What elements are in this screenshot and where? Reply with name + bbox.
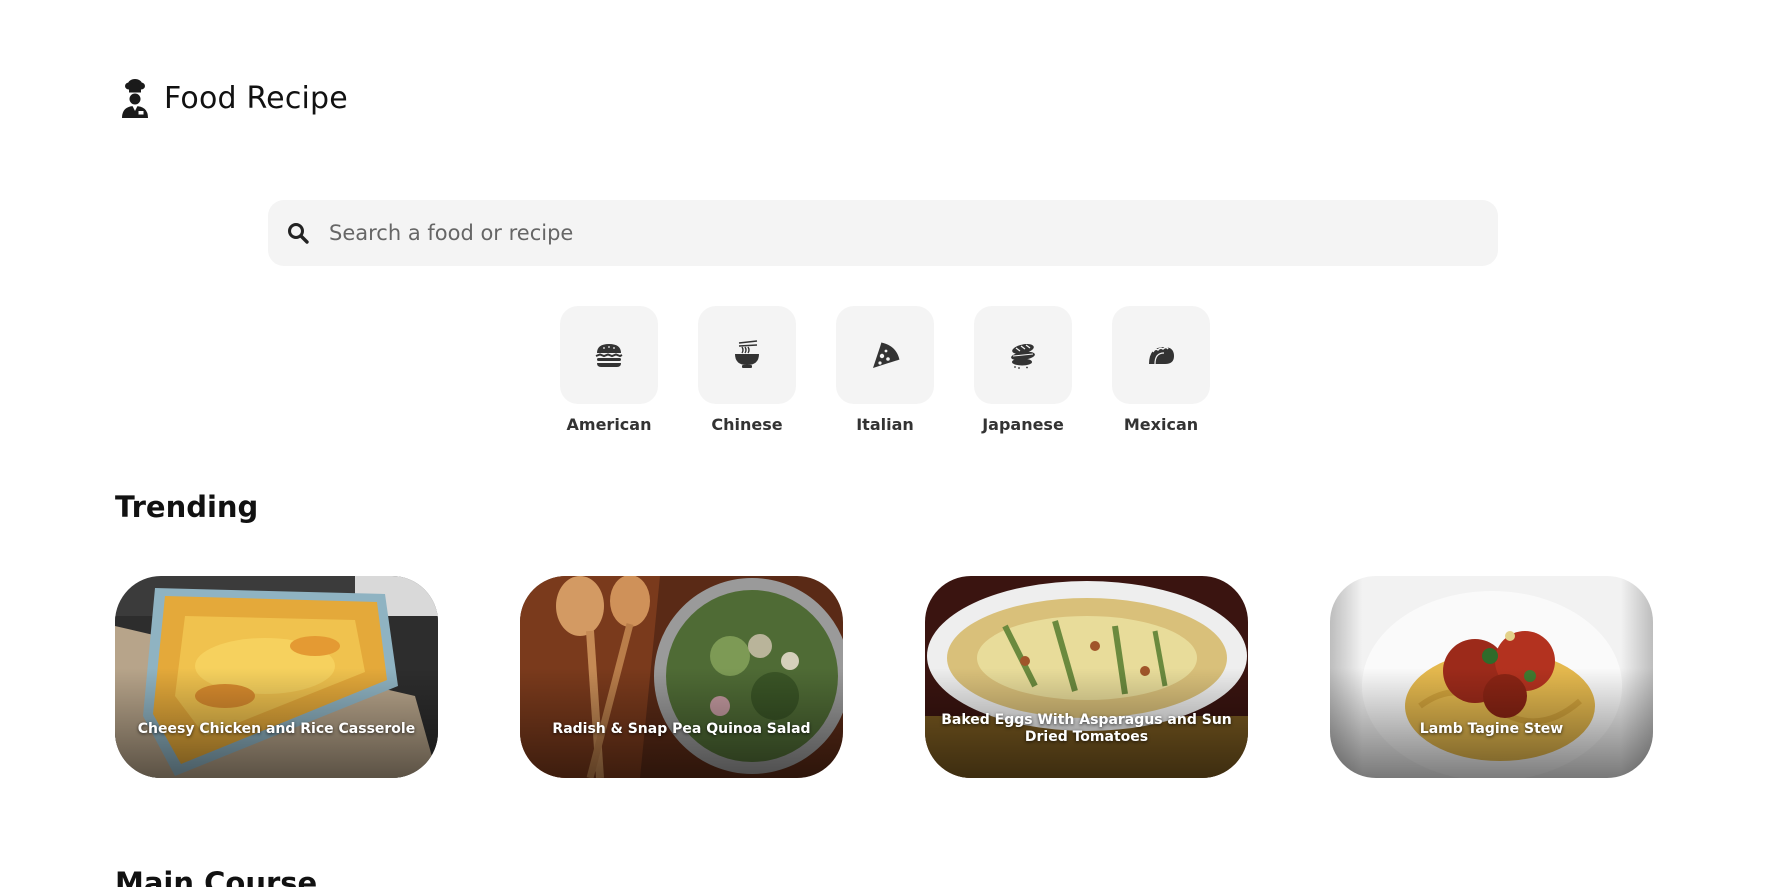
search-input[interactable]	[329, 213, 1429, 253]
burger-icon	[595, 344, 623, 367]
cuisine-label: Japanese	[982, 415, 1064, 434]
recipe-title: Cheesy Chicken and Rice Casserole	[137, 720, 416, 737]
recipe-title: Baked Eggs With Asparagus and Sun Dried …	[941, 712, 1232, 745]
search-icon[interactable]	[286, 221, 310, 245]
recipe-title: Radish & Snap Pea Quinoa Salad	[552, 720, 811, 737]
noodle-bowl-icon	[735, 340, 759, 368]
recipe-title: Lamb Tagine Stew	[1419, 720, 1564, 737]
recipe-card[interactable]: Cheesy Chicken and Rice Casserole	[115, 576, 438, 778]
sushi-icon	[1011, 344, 1035, 369]
cuisine-italian[interactable]: Italian	[836, 306, 934, 434]
app-logo[interactable]: Food Recipe	[120, 78, 348, 118]
chef-icon	[122, 79, 148, 118]
cuisine-label: Italian	[856, 415, 914, 434]
cuisine-label: Mexican	[1123, 415, 1199, 434]
cuisine-tile[interactable]	[560, 306, 658, 404]
cuisine-chinese[interactable]: Chinese	[698, 306, 796, 434]
cuisine-label: American	[566, 415, 652, 434]
cuisine-tile[interactable]	[836, 306, 934, 404]
pizza-icon	[873, 342, 900, 368]
cuisine-list: American Chinese Italian Japanese Mexica…	[560, 306, 1210, 434]
cuisine-tile[interactable]	[1112, 306, 1210, 404]
cuisine-tile[interactable]	[698, 306, 796, 404]
cuisine-mexican[interactable]: Mexican	[1112, 306, 1210, 434]
recipe-card[interactable]: Radish & Snap Pea Quinoa Salad	[520, 576, 843, 778]
cuisine-american[interactable]: American	[560, 306, 658, 434]
app-title: Food Recipe	[164, 80, 348, 116]
trending-heading: Trending	[115, 490, 259, 524]
trending-list: Cheesy Chicken and Rice Casserole Radish…	[115, 576, 1653, 778]
recipe-card[interactable]: Baked Eggs With Asparagus and Sun Dried …	[925, 576, 1248, 778]
cuisine-label: Chinese	[711, 415, 783, 434]
recipe-card[interactable]: Lamb Tagine Stew	[1330, 576, 1653, 778]
cuisine-tile[interactable]	[974, 306, 1072, 404]
search-bar	[268, 200, 1498, 266]
cuisine-japanese[interactable]: Japanese	[974, 306, 1072, 434]
main-course-heading: Main Course	[115, 866, 318, 887]
taco-icon	[1149, 346, 1174, 365]
